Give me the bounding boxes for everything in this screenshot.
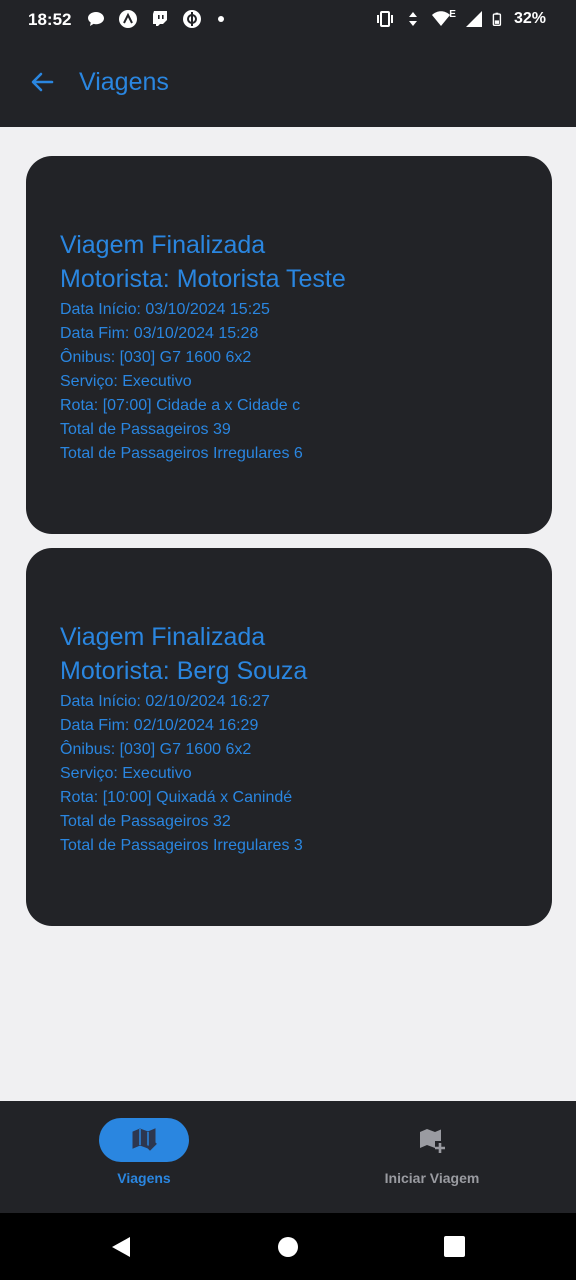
trip-passengers: Total de Passageiros 32 xyxy=(60,813,231,830)
recents-square-icon[interactable] xyxy=(444,1236,465,1257)
trip-driver: Motorista: Berg Souza xyxy=(60,657,308,685)
trip-service: Serviço: Executivo xyxy=(60,373,192,390)
trip-route: Rota: [07:00] Cidade a x Cidade c xyxy=(60,397,301,414)
battery-icon xyxy=(492,12,502,26)
trip-end-date: Data Fim: 03/10/2024 15:28 xyxy=(60,325,259,342)
trip-status: Viagem Finalizada xyxy=(60,231,266,259)
status-time: 18:52 xyxy=(28,10,72,29)
trip-service: Serviço: Executivo xyxy=(60,765,192,782)
bottom-navigation: Viagens Iniciar Viagem xyxy=(0,1101,576,1213)
twitch-icon xyxy=(153,11,167,26)
nav-item-iniciar-viagem[interactable]: Iniciar Viagem xyxy=(288,1101,576,1213)
trip-start-date: Data Início: 02/10/2024 16:27 xyxy=(60,693,270,710)
nav-label-viagens: Viagens xyxy=(117,1170,171,1186)
settings-app-icon xyxy=(183,10,201,28)
trip-card[interactable]: Viagem Finalizada Motorista: Motorista T… xyxy=(26,156,552,534)
data-transfer-icon xyxy=(409,12,418,26)
app-a-icon xyxy=(119,10,137,28)
trip-passengers: Total de Passageiros 39 xyxy=(60,421,231,438)
cell-signal-icon xyxy=(465,11,482,27)
trip-route: Rota: [10:00] Quixadá x Canindé xyxy=(60,789,293,806)
map-check-icon xyxy=(132,1128,157,1151)
nav-active-indicator xyxy=(99,1118,189,1162)
system-navigation-bar xyxy=(0,1213,576,1280)
map-plus-icon xyxy=(420,1129,445,1153)
chat-bubble-icon xyxy=(88,12,104,26)
app-bar: Viagens xyxy=(0,40,576,127)
battery-percent: 32% xyxy=(513,10,546,27)
trip-irregular-passengers: Total de Passageiros Irregulares 6 xyxy=(60,445,303,462)
home-circle-icon[interactable] xyxy=(277,1236,299,1258)
trip-bus: Ônibus: [030] G7 1600 6x2 xyxy=(60,741,252,758)
trip-driver: Motorista: Motorista Teste xyxy=(60,265,346,293)
status-bar: 18:52 E 32% xyxy=(0,0,576,40)
trip-irregular-passengers: Total de Passageiros Irregulares 3 xyxy=(60,837,303,854)
nav-item-viagens[interactable]: Viagens xyxy=(0,1101,288,1213)
trip-end-date: Data Fim: 02/10/2024 16:29 xyxy=(60,717,259,734)
trip-start-date: Data Início: 03/10/2024 15:25 xyxy=(60,301,270,318)
back-arrow-icon[interactable] xyxy=(28,68,56,96)
trip-status: Viagem Finalizada xyxy=(60,623,266,651)
trip-bus: Ônibus: [030] G7 1600 6x2 xyxy=(60,349,252,366)
system-status: E 32% xyxy=(375,9,546,29)
network-type-label: E xyxy=(449,8,456,20)
vibrate-icon xyxy=(377,11,394,27)
nav-label-iniciar-viagem: Iniciar Viagem xyxy=(384,1170,480,1186)
notification-icons xyxy=(86,9,224,29)
wifi-icon xyxy=(432,11,451,26)
trip-card[interactable]: Viagem Finalizada Motorista: Berg Souza … xyxy=(26,548,552,926)
back-triangle-icon[interactable] xyxy=(110,1236,132,1258)
page-title: Viagens xyxy=(79,68,169,96)
more-notifications-dot xyxy=(218,16,224,22)
